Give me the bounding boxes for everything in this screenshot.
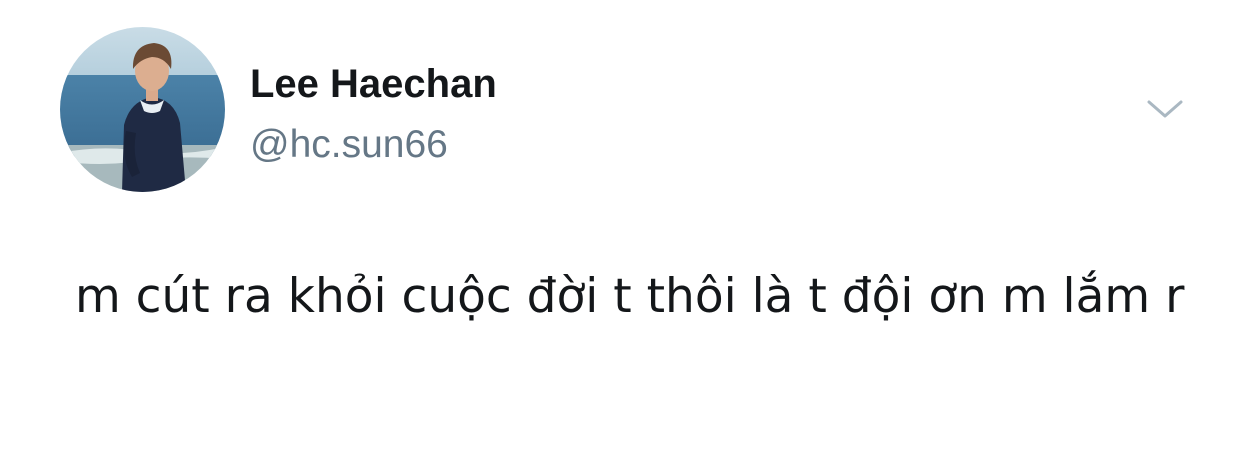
author-info[interactable]: Lee Haechan @hc.sun66 — [250, 61, 497, 167]
profile-photo-icon — [60, 27, 225, 192]
tweet-text: m cút ra khỏi cuộc đời t thôi là t đội ơ… — [60, 269, 1185, 324]
tweet-menu-button[interactable] — [1145, 97, 1185, 121]
tweet-header: Lee Haechan @hc.sun66 — [60, 27, 1200, 193]
user-handle[interactable]: @hc.sun66 — [250, 123, 497, 167]
avatar[interactable] — [60, 27, 225, 192]
chevron-down-icon — [1147, 100, 1183, 118]
display-name[interactable]: Lee Haechan — [250, 61, 497, 107]
